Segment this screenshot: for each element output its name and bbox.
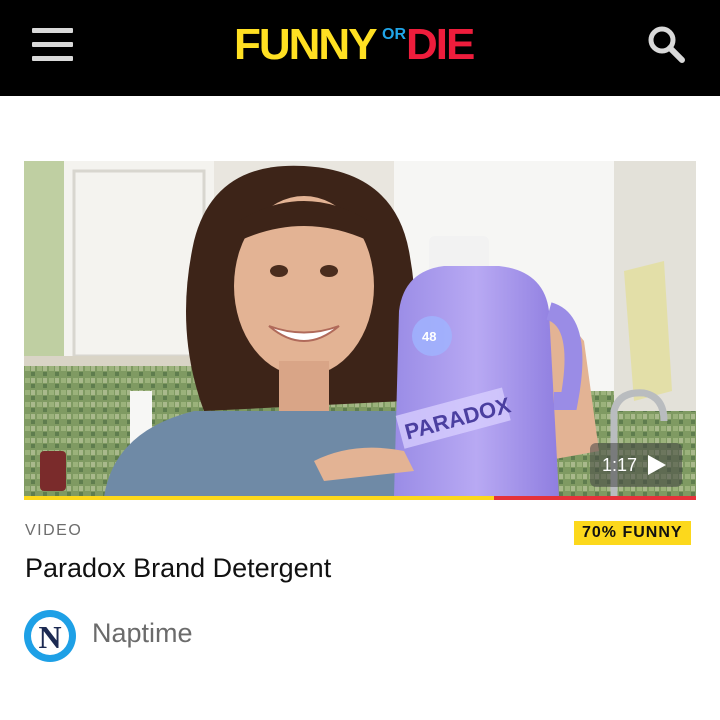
logo-word-funny: FUNNY: [234, 20, 378, 69]
play-button[interactable]: 1:17: [590, 443, 682, 487]
logo-word-or: OR: [382, 26, 406, 43]
top-bar: FUNNY OR DIE: [0, 0, 720, 96]
author-name[interactable]: Naptime: [92, 618, 193, 649]
video-duration: 1:17: [602, 455, 638, 475]
content-type-label: VIDEO: [25, 522, 83, 539]
funny-rating-bar: [24, 496, 696, 500]
site-logo[interactable]: FUNNY OR DIE: [234, 22, 484, 68]
bottle-loads-label: 48: [422, 329, 436, 344]
logo-word-die: DIE: [406, 20, 475, 69]
author-avatar[interactable]: N: [24, 610, 76, 662]
funny-rating-badge: 70% FUNNY: [574, 521, 691, 545]
funny-rating-fill: [24, 496, 495, 500]
search-icon[interactable]: [646, 24, 686, 64]
video-title[interactable]: Paradox Brand Detergent: [25, 553, 331, 584]
author-avatar-letter: N: [31, 617, 69, 655]
play-icon: [648, 455, 666, 475]
hamburger-menu-icon[interactable]: [32, 28, 74, 62]
